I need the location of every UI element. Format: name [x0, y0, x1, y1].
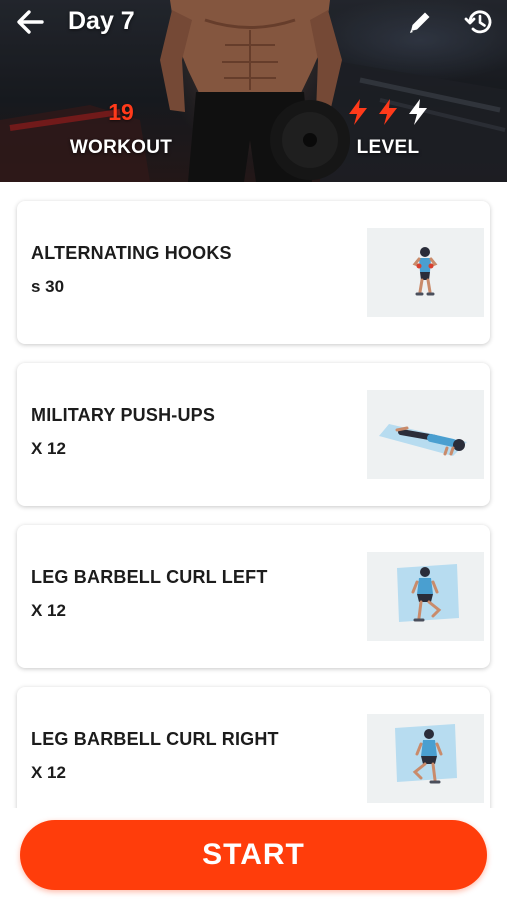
exercise-thumbnail [367, 714, 484, 803]
history-icon [464, 10, 492, 34]
leg-curl-figure-illustration [395, 724, 457, 784]
level-stat: LEVEL [340, 98, 436, 160]
edit-button[interactable] [404, 6, 436, 38]
exercise-reps: X 12 [31, 601, 66, 620]
exercise-name: LEG BARBELL CURL LEFT [31, 567, 268, 587]
exercise-thumbnail [367, 552, 484, 641]
exercise-card[interactable]: LEG BARBELL CURL RIGHT X 12 [17, 687, 490, 808]
exercise-thumbnail [367, 390, 484, 479]
workout-count-label: WORKOUT [69, 137, 173, 158]
leg-curl-figure-illustration [397, 564, 459, 622]
level-label: LEVEL [356, 137, 420, 158]
exercise-name: LEG BARBELL CURL RIGHT [31, 729, 279, 749]
exercise-name: MILITARY PUSH-UPS [31, 405, 216, 425]
page-title: Day 7 [68, 7, 135, 35]
exercise-reps: X 12 [31, 439, 66, 458]
exercise-list[interactable]: ALTERNATING HOOKS s 30 MILITARY PUSH-UPS… [0, 182, 507, 808]
workout-count-stat: 19 WORKOUT [60, 98, 182, 160]
lightning-bolt-icon [409, 99, 427, 125]
exercise-card[interactable]: ALTERNATING HOOKS s 30 [17, 201, 490, 344]
exercise-thumbnail [367, 228, 484, 317]
pencil-icon [410, 12, 430, 33]
workout-header: Day 7 19 WORKOUT LEVEL [0, 0, 507, 182]
lightning-bolt-icon [379, 99, 397, 125]
back-button[interactable] [12, 6, 48, 38]
pushup-figure-illustration [379, 424, 467, 456]
top-bar: Day 7 [0, 0, 507, 46]
lightning-bolt-icon [349, 99, 367, 125]
exercise-name: ALTERNATING HOOKS [31, 243, 232, 263]
level-indicator [340, 98, 436, 126]
history-button[interactable] [462, 6, 496, 38]
exercise-card[interactable]: LEG BARBELL CURL LEFT X 12 [17, 525, 490, 668]
workout-count-value: 19 [108, 99, 134, 125]
exercise-card[interactable]: MILITARY PUSH-UPS X 12 [17, 363, 490, 506]
start-button[interactable]: START [20, 820, 487, 890]
exercise-reps: s 30 [31, 277, 65, 296]
arrow-left-icon [17, 10, 44, 34]
exercise-reps: X 12 [31, 763, 66, 782]
boxing-figure-illustration [412, 247, 438, 296]
